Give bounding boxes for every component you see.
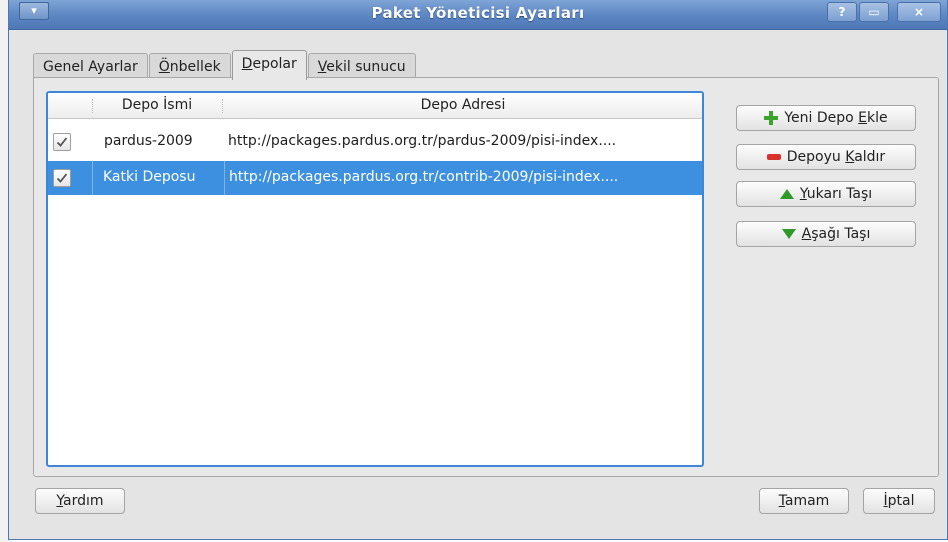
check-icon (56, 137, 68, 147)
tab-accel: D (241, 56, 253, 72)
close-button[interactable]: × (897, 2, 941, 22)
maximize-button[interactable]: ▭ (859, 2, 889, 22)
remove-label-accel: K (845, 149, 855, 165)
remove-repository-button[interactable]: Depoyu Kaldır (736, 144, 916, 170)
tab-accel: Ö (158, 59, 170, 75)
arrow-up-icon (779, 189, 794, 199)
help-post: ardım (63, 493, 104, 509)
move-down-button[interactable]: Aşağı Taşı (736, 221, 916, 247)
tab-label-rest: epolar (252, 56, 297, 72)
table-row[interactable]: Katki Deposu http://packages.pardus.org.… (48, 161, 702, 195)
move-down-accel: A (801, 226, 812, 242)
remove-label-post: aldır (854, 149, 886, 165)
enabled-checkbox[interactable] (53, 133, 71, 151)
tab-repositories[interactable]: Depolar (231, 50, 307, 80)
arrow-down-icon (781, 229, 796, 239)
help-title-button[interactable]: ? (827, 2, 857, 22)
check-icon (56, 173, 68, 183)
window-title: Paket Yöneticisi Ayarları (371, 4, 585, 22)
title-bar[interactable]: ▾ Paket Yöneticisi Ayarları ? ▭ × (9, 0, 947, 30)
repo-name-cell: Katki Deposu (92, 161, 224, 195)
add-repository-button[interactable]: Yeni Depo Ekle (736, 105, 916, 131)
move-up-accel: Y (799, 186, 807, 202)
ok-button[interactable]: Tamam (759, 488, 849, 514)
move-up-post: ukarı Taşı (806, 186, 873, 202)
add-label-accel: E (858, 110, 868, 126)
tab-label-rest: ekil sunucu (326, 59, 406, 75)
repositories-panel: Depo İsmi Depo Adresi pardus-2009 http:/… (33, 77, 939, 477)
cancel-post: ptal (887, 493, 915, 509)
help-button[interactable]: Yardım (35, 488, 125, 514)
header-separator (222, 99, 223, 113)
repository-list[interactable]: Depo İsmi Depo Adresi pardus-2009 http:/… (46, 91, 704, 467)
enabled-checkbox[interactable] (53, 169, 71, 187)
repo-address-cell: http://packages.pardus.org.tr/contrib-20… (224, 161, 702, 195)
tab-accel: V (317, 59, 327, 75)
list-header: Depo İsmi Depo Adresi (48, 93, 702, 119)
remove-label-pre: Depoyu (786, 149, 846, 165)
table-row[interactable]: pardus-2009 http://packages.pardus.org.t… (48, 125, 702, 159)
add-label-post: kle (867, 110, 888, 126)
tab-bar: Genel Ayarlar Önbellek Depolar Vekil sun… (33, 50, 417, 81)
tab-label: Genel Ayarlar (43, 59, 138, 75)
cancel-button[interactable]: İptal (863, 488, 935, 514)
settings-dialog: ▾ Paket Yöneticisi Ayarları ? ▭ × Genel … (8, 0, 948, 540)
tab-label-rest: nbellek (169, 59, 221, 75)
move-down-post: şağı Taşı (811, 226, 871, 242)
move-up-button[interactable]: Yukarı Taşı (736, 181, 916, 207)
minus-icon (766, 154, 781, 160)
header-repo-name[interactable]: Depo İsmi (92, 93, 222, 119)
add-label-pre: Yeni Depo (784, 110, 859, 126)
plus-icon (764, 111, 779, 125)
ok-post: amam (784, 493, 830, 509)
header-repo-address[interactable]: Depo Adresi (224, 93, 702, 119)
repo-name-cell: pardus-2009 (104, 133, 193, 149)
repo-address-cell: http://packages.pardus.org.tr/pardus-200… (228, 133, 617, 149)
